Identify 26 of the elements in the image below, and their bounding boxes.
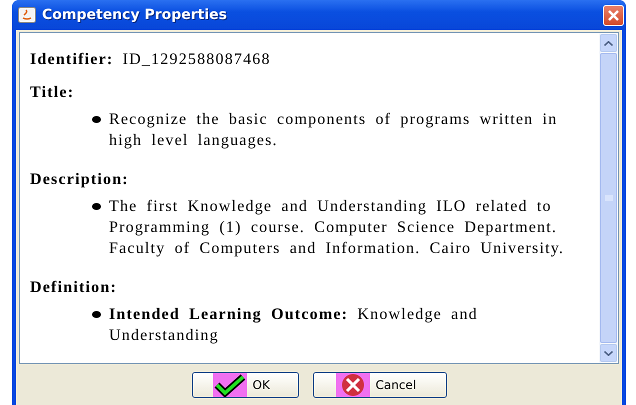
bullet-text: Intended Learning Outcome: Knowledge and Understanding (109, 305, 479, 346)
bullet-icon (92, 116, 101, 123)
scroll-up-button[interactable] (600, 34, 617, 52)
app-icon (18, 7, 36, 23)
scroll-thumb[interactable] (600, 53, 617, 343)
bullet-text: The first Knowledge and Understanding ILO related to Programming (1) course. Computer Science Department. Faculty of Computers and Information. Cairo University. (109, 197, 566, 259)
close-button[interactable] (603, 4, 624, 26)
cancel-icon (336, 372, 370, 396)
section-heading: Definition: (30, 279, 117, 296)
bullet-icon (92, 311, 101, 318)
section-heading: Title: (30, 84, 74, 101)
check-icon (212, 372, 246, 396)
scroll-down-button[interactable] (600, 344, 617, 362)
section-heading: Description: (30, 171, 129, 188)
ok-button[interactable]: OK (192, 372, 298, 398)
bullet-text: Recognize the basic components of programs written in high level languages. (109, 110, 558, 151)
scrollbar[interactable] (599, 33, 618, 363)
window-title: Competency Properties (42, 7, 228, 23)
caret-up-icon (604, 40, 613, 46)
identifier-value: ID_1292588087468 (122, 51, 271, 68)
grip-icon (604, 194, 612, 202)
caret-down-icon (604, 350, 613, 356)
close-icon (607, 8, 620, 22)
bullet-icon (92, 203, 101, 210)
cancel-button[interactable]: Cancel (312, 372, 446, 398)
identifier-label: Identifier: (30, 51, 114, 68)
